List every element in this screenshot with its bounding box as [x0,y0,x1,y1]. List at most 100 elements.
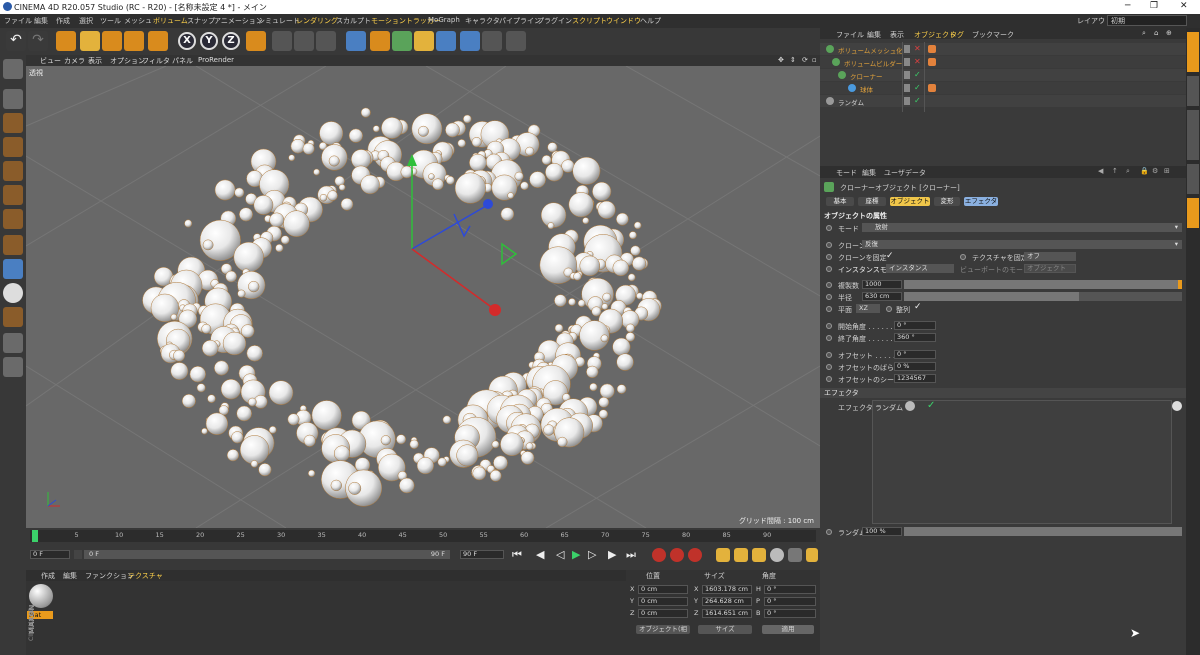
pen-spline-icon[interactable] [370,31,390,51]
workplane-mode-icon[interactable] [3,137,23,157]
am-menu-userdata[interactable]: ユーザデータ [884,168,926,178]
undo-icon[interactable]: ↶ [6,31,26,51]
menu-plugins[interactable]: プラグイン [537,16,572,26]
menu-simulate[interactable]: シミュレート [258,16,300,26]
object-tag-icon[interactable] [928,84,936,92]
visibility-toggle-icon[interactable] [904,97,910,105]
count-anim-radio[interactable] [826,282,832,288]
viewport-menu-prorender[interactable]: ProRender [198,56,234,64]
menu-script[interactable]: スクリプト [572,16,607,26]
om-new-window-icon[interactable]: ⊕ [1166,29,1172,37]
coord-rotation-field[interactable]: 0 ° [764,585,816,594]
om-menu-file[interactable]: ファイル [836,30,864,40]
am-tab-effectors[interactable]: エフェクタ [964,197,998,206]
object-row[interactable]: ランダム ✓ [820,95,1186,107]
clone-select[interactable]: 反復 ▾ [862,240,1182,249]
align-checkbox[interactable]: ✓ [914,302,922,312]
workplane-lock-icon[interactable] [3,307,23,327]
object-row[interactable]: ボリュームメッシュ化 ✕ [820,43,1186,55]
menu-edit[interactable]: 編集 [34,16,48,26]
object-row[interactable]: ボリュームビルダー ✕ [820,56,1186,68]
restore-icon[interactable]: ❐ [1150,1,1158,11]
material-menu-create[interactable]: 作成 [41,571,55,581]
am-up-icon[interactable]: ↑ [1112,167,1118,175]
enabled-check-icon[interactable]: ✓ [914,83,921,92]
point-mode-icon[interactable] [3,161,23,181]
go-to-end-icon[interactable]: ⏭ [626,548,636,562]
camera-icon[interactable] [482,31,502,51]
viewport-menu-display[interactable]: 表示 [88,56,102,66]
object-name[interactable]: ボリュームビルダー [844,58,902,68]
viewport-menu-camera[interactable]: カメラ [64,56,85,66]
material-menu-edit[interactable]: 編集 [63,571,77,581]
random-weight-slider[interactable] [904,527,1182,536]
disabled-x-icon[interactable]: ✕ [914,57,921,66]
cloner-array-icon[interactable] [414,31,434,51]
offset-var-anim-radio[interactable] [826,364,832,370]
playhead-icon[interactable] [32,530,38,542]
step-back-icon[interactable]: ◁ [556,548,564,561]
subdivision-surface-icon[interactable] [392,31,412,51]
tab-layers-vertical[interactable] [1187,164,1199,194]
offset-field[interactable]: 0 ° [894,350,936,359]
coord-position-field[interactable]: 0 cm [638,585,688,594]
radius-field[interactable]: 630 cm [862,292,902,301]
tweak-mode-icon[interactable] [3,259,23,279]
am-new-window-icon[interactable]: ⊞ [1164,167,1170,175]
am-back-icon[interactable]: ◀ [1098,167,1103,175]
material-menu-texture[interactable]: テクスチャ [128,571,163,581]
am-menu-edit[interactable]: 編集 [862,168,876,178]
enabled-check-icon[interactable]: ✓ [914,70,921,79]
am-lock-icon[interactable]: 🔒 [1140,167,1149,175]
live-selection-icon[interactable] [56,31,76,51]
current-frame-field[interactable]: 0 F [30,550,70,559]
om-search-icon[interactable]: ⌕ [1142,29,1146,38]
menu-help[interactable]: ヘルプ [640,16,661,26]
om-menu-edit[interactable]: 編集 [867,30,881,40]
solo-hierarchy-icon[interactable] [3,357,23,377]
floor-object-icon[interactable] [460,31,480,51]
count-slider[interactable] [904,280,1182,289]
count-field[interactable]: 1000 [862,280,902,289]
coord-mode-select[interactable]: オブジェクト(相 [636,625,690,634]
am-tab-object[interactable]: オブジェクト [890,197,930,206]
go-to-start-icon[interactable]: ⏮ [512,548,522,562]
material-menu-function[interactable]: ファンクション [85,571,134,581]
coord-position-field[interactable]: 0 cm [638,609,688,618]
viewport-rotate-icon[interactable]: ⟳ [802,56,808,64]
coordinate-system-icon[interactable] [246,31,266,51]
viewport-mode-select[interactable]: オブジェクト [1024,264,1076,273]
key-pla-icon[interactable] [788,548,802,562]
effector-item-random[interactable]: ランダム [875,403,903,413]
render-view-icon[interactable] [272,31,292,51]
model-mode-icon[interactable] [3,89,23,109]
coord-position-field[interactable]: 0 cm [638,597,688,606]
enabled-check-icon[interactable]: ✓ [914,96,921,105]
visibility-toggle-icon[interactable] [904,71,910,79]
keyframe-selection-icon[interactable] [688,548,702,562]
viewport-maximize-icon[interactable]: ▫ [812,56,817,64]
tab-content-browser-vertical[interactable] [1187,110,1199,160]
visibility-toggle-icon[interactable] [904,58,910,66]
frame-stepper-icon[interactable] [74,550,82,559]
object-tag-icon[interactable] [928,45,936,53]
random-weight-anim-radio[interactable] [826,529,832,535]
object-name[interactable]: ボリュームメッシュ化 [838,45,903,55]
menu-character[interactable]: キャラクタ [465,16,500,26]
object-name[interactable]: 球体 [860,84,873,94]
offset-seed-anim-radio[interactable] [826,376,832,382]
cube-object-icon[interactable] [346,31,366,51]
solo-mode-icon[interactable] [3,333,23,353]
start-angle-field[interactable]: 0 ° [894,321,936,330]
fix-texture-select[interactable]: オフ [1024,252,1076,261]
menu-create[interactable]: 作成 [56,16,70,26]
tab-objects-vertical[interactable] [1187,32,1199,72]
end-angle-anim-radio[interactable] [826,335,832,341]
coord-rotation-field[interactable]: 0 ° [764,597,816,606]
timeline-ruler[interactable]: 051015202530354045505560657075808590 [30,530,816,542]
coord-apply-button[interactable]: 適用 [762,625,814,634]
menu-select[interactable]: 選択 [79,16,93,26]
menu-mograph[interactable]: MoGraph [428,16,460,24]
key-scale-icon[interactable] [734,548,748,562]
make-editable-icon[interactable] [3,59,23,79]
